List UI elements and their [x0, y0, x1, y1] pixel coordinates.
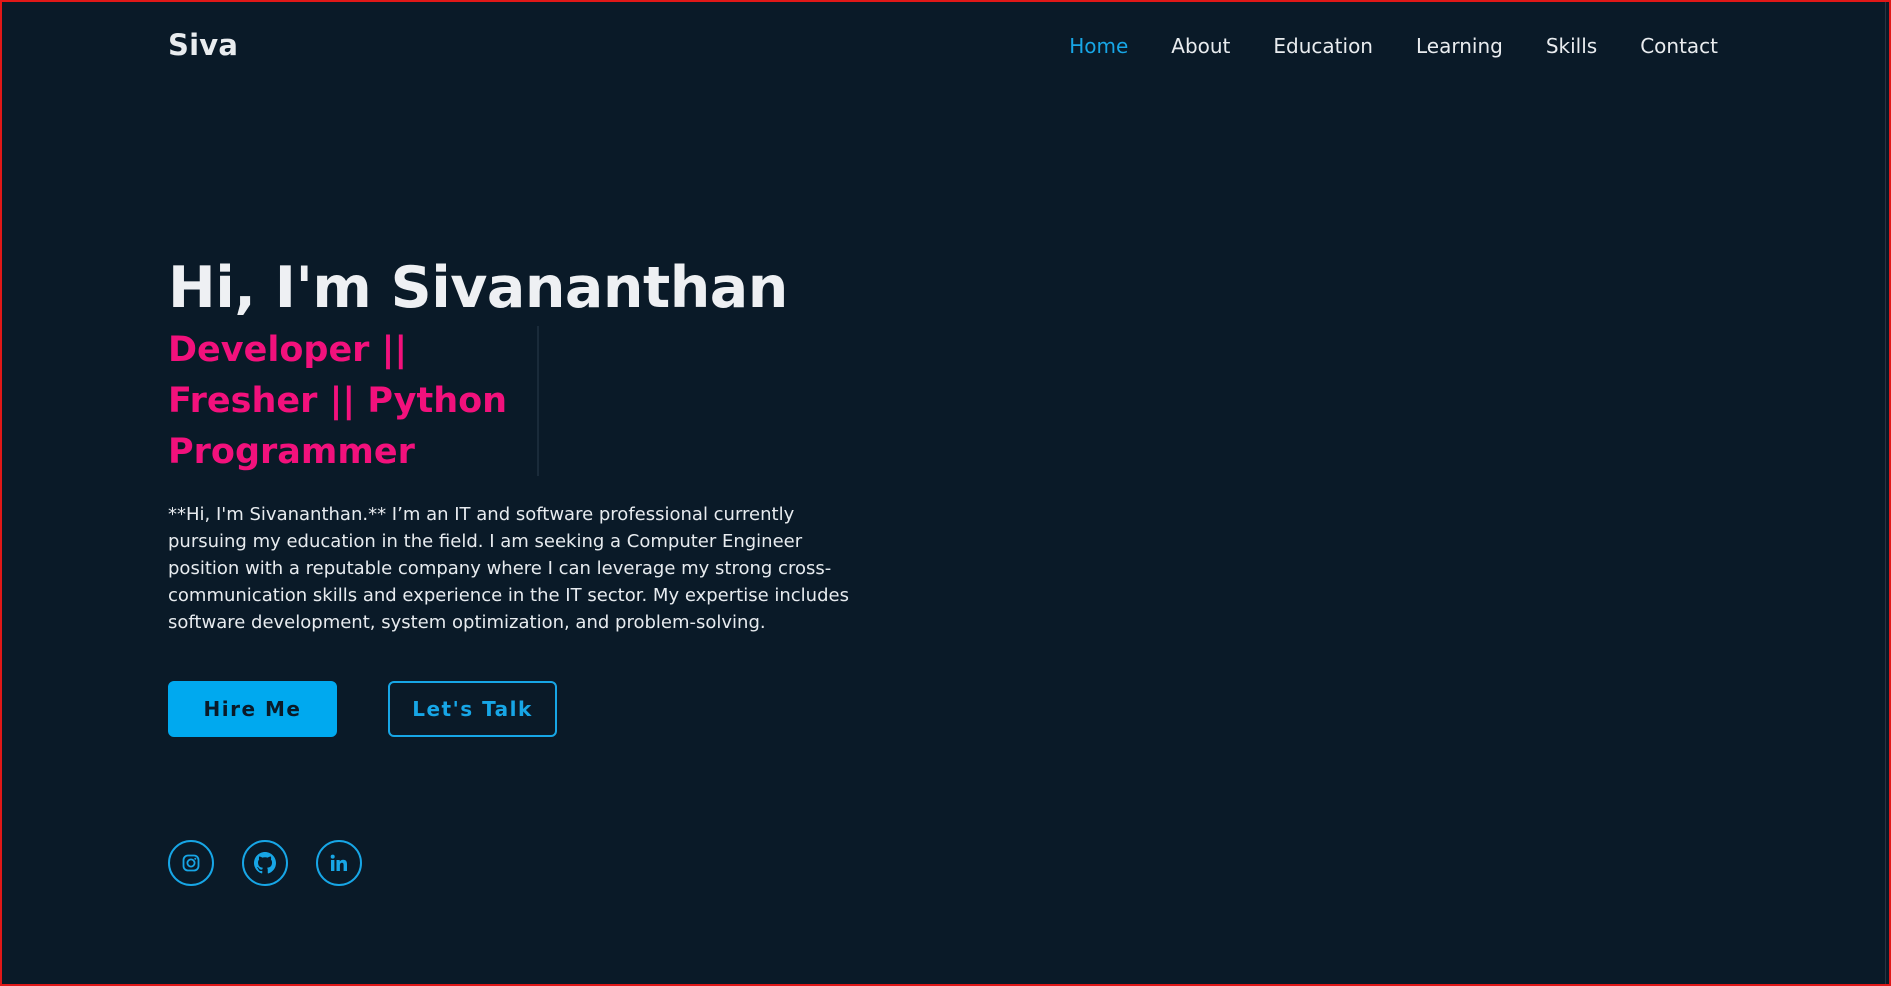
linkedin-icon[interactable]	[316, 840, 362, 886]
nav-contact[interactable]: Contact	[1640, 30, 1718, 62]
lets-talk-button[interactable]: Let's Talk	[388, 681, 557, 737]
social-links	[168, 840, 390, 886]
hire-me-button[interactable]: Hire Me	[168, 681, 337, 737]
nav-education[interactable]: Education	[1273, 30, 1373, 62]
scrollbar[interactable]	[1885, 2, 1889, 984]
page-frame: Siva Home About Education Learning Skill…	[0, 0, 1891, 986]
github-icon[interactable]	[242, 840, 288, 886]
hero-description: **Hi, I'm Sivananthan.** I’m an IT and s…	[168, 504, 849, 633]
nav-about[interactable]: About	[1171, 30, 1230, 62]
nav-skills[interactable]: Skills	[1546, 30, 1597, 62]
hero-title: Hi, I'm Sivananthan	[168, 255, 788, 321]
typed-roles: Developer || Fresher || Python Programme…	[168, 330, 508, 472]
brand-logo[interactable]: Siva	[168, 24, 238, 66]
instagram-icon[interactable]	[168, 840, 214, 886]
nav-learning[interactable]: Learning	[1416, 30, 1503, 62]
main-nav: Home About Education Learning Skills Con…	[1026, 30, 1718, 62]
nav-home[interactable]: Home	[1069, 30, 1128, 62]
typing-cursor	[537, 326, 539, 476]
